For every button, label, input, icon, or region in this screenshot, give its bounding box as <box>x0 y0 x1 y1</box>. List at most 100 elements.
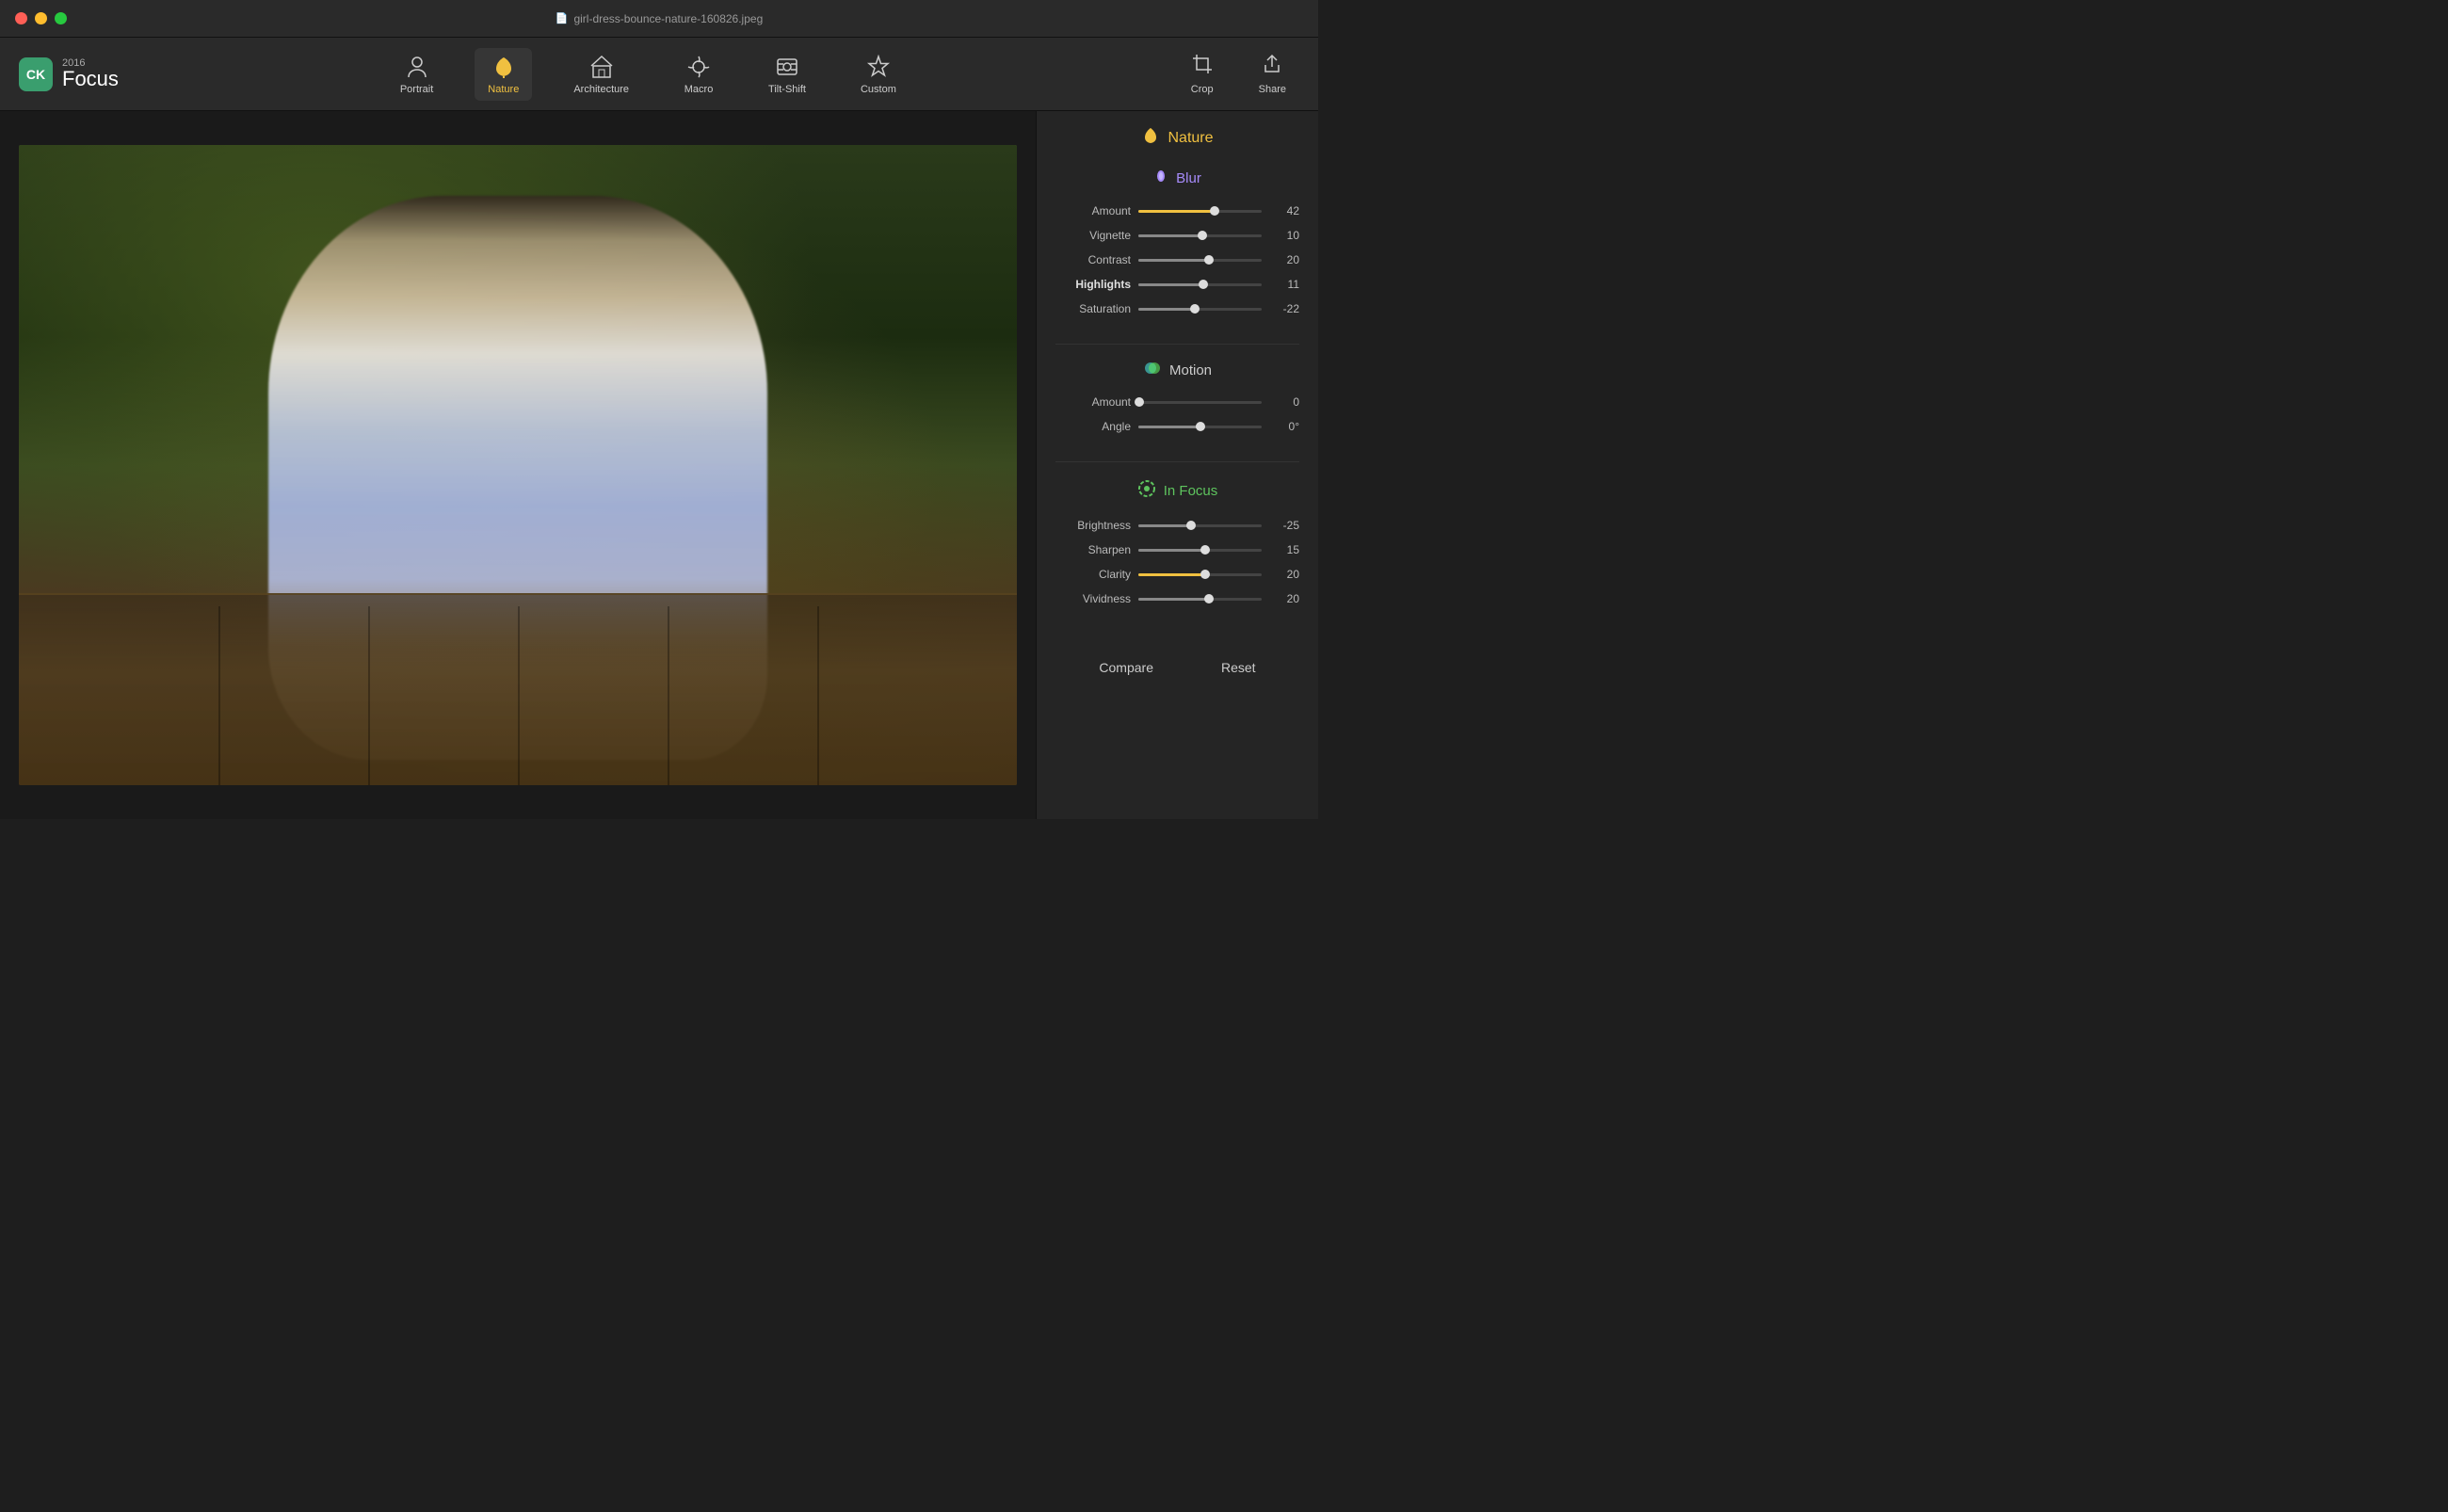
macro-label: Macro <box>684 84 714 95</box>
motion-angle-label: Angle <box>1055 420 1131 433</box>
if-sharpen-slider[interactable] <box>1138 549 1262 552</box>
blur-icon <box>1153 169 1168 187</box>
toolbar: CK 2016 Focus Portrait Nature <box>0 38 1318 111</box>
blur-amount-slider[interactable] <box>1138 210 1262 213</box>
blur-highlights-row: Highlights 11 <box>1037 272 1318 297</box>
blur-section: Blur Amount 42 Vignette 10 <box>1037 159 1318 336</box>
crop-label: Crop <box>1191 84 1214 95</box>
blur-saturation-label: Saturation <box>1055 302 1131 315</box>
motion-angle-value: 0° <box>1269 420 1299 433</box>
blur-section-title: Blur <box>1037 163 1318 199</box>
tilt-shift-icon <box>775 54 799 80</box>
blur-saturation-slider[interactable] <box>1138 308 1262 311</box>
portrait-label: Portrait <box>400 84 433 95</box>
if-brightness-slider[interactable] <box>1138 524 1262 527</box>
nature-panel-title: Nature <box>1168 130 1213 147</box>
infocus-section-title: In Focus <box>1037 474 1318 513</box>
if-clarity-label: Clarity <box>1055 568 1131 581</box>
if-clarity-row: Clarity 20 <box>1037 562 1318 587</box>
nature-icon <box>491 54 517 80</box>
blur-vignette-row: Vignette 10 <box>1037 223 1318 248</box>
main-content: Nature Blur Amount 42 <box>0 111 1318 819</box>
if-brightness-row: Brightness -25 <box>1037 513 1318 538</box>
blur-amount-label: Amount <box>1055 204 1131 217</box>
tilt-shift-label: Tilt-Shift <box>768 84 806 95</box>
motion-icon <box>1143 362 1162 378</box>
if-vividness-slider[interactable] <box>1138 598 1262 601</box>
window-title: girl-dress-bounce-nature-160826.jpeg <box>573 12 763 25</box>
infocus-section: In Focus Brightness -25 Sharpen 15 <box>1037 470 1318 626</box>
if-sharpen-label: Sharpen <box>1055 543 1131 556</box>
traffic-lights <box>15 12 67 24</box>
logo-text: 2016 Focus <box>62 58 119 89</box>
motion-angle-slider[interactable] <box>1138 426 1262 428</box>
canvas-area <box>0 111 1036 819</box>
if-sharpen-value: 15 <box>1269 543 1299 556</box>
blur-saturation-row: Saturation -22 <box>1037 297 1318 321</box>
panel-footer: Compare Reset <box>1037 635 1318 700</box>
infocus-icon <box>1137 479 1156 502</box>
blur-amount-value: 42 <box>1269 204 1299 217</box>
if-clarity-slider[interactable] <box>1138 573 1262 576</box>
blur-vignette-value: 10 <box>1269 229 1299 242</box>
if-brightness-value: -25 <box>1269 519 1299 532</box>
logo: CK 2016 Focus <box>19 57 119 91</box>
share-button[interactable]: Share <box>1246 48 1299 101</box>
motion-amount-slider[interactable] <box>1138 401 1262 404</box>
if-clarity-value: 20 <box>1269 568 1299 581</box>
architecture-icon <box>589 54 614 80</box>
maximize-button[interactable] <box>55 12 67 24</box>
blur-highlights-slider[interactable] <box>1138 283 1262 286</box>
logo-icon: CK <box>19 57 53 91</box>
architecture-label: Architecture <box>573 84 629 95</box>
if-vividness-value: 20 <box>1269 592 1299 605</box>
blur-contrast-value: 20 <box>1269 253 1299 266</box>
motion-amount-value: 0 <box>1269 395 1299 409</box>
nav-tool-architecture[interactable]: Architecture <box>560 48 642 101</box>
motion-amount-row: Amount 0 <box>1037 390 1318 414</box>
photo-container <box>19 130 1017 800</box>
share-icon <box>1262 54 1282 80</box>
if-brightness-label: Brightness <box>1055 519 1131 532</box>
blur-saturation-value: -22 <box>1269 302 1299 315</box>
title-bar: 📄 girl-dress-bounce-nature-160826.jpeg <box>0 0 1318 38</box>
custom-icon <box>866 54 891 80</box>
motion-amount-label: Amount <box>1055 395 1131 409</box>
blur-amount-row: Amount 42 <box>1037 199 1318 223</box>
nature-section-header: Nature <box>1037 111 1318 159</box>
nav-tool-portrait[interactable]: Portrait <box>387 48 446 101</box>
reset-button[interactable]: Reset <box>1206 654 1271 681</box>
blur-highlights-label: Highlights <box>1055 278 1131 291</box>
nav-tool-custom[interactable]: Custom <box>847 48 910 101</box>
if-sharpen-row: Sharpen 15 <box>1037 538 1318 562</box>
portrait-icon <box>405 54 429 80</box>
nav-tool-tilt-shift[interactable]: Tilt-Shift <box>755 48 819 101</box>
nature-label: Nature <box>488 84 519 95</box>
custom-label: Custom <box>861 84 896 95</box>
minimize-button[interactable] <box>35 12 47 24</box>
nav-tool-macro[interactable]: Macro <box>670 48 727 101</box>
close-button[interactable] <box>15 12 27 24</box>
divider-1 <box>1055 344 1299 345</box>
share-label: Share <box>1259 84 1286 95</box>
blur-vignette-slider[interactable] <box>1138 234 1262 237</box>
crop-button[interactable]: Crop <box>1178 48 1227 101</box>
window-title-area: 📄 girl-dress-bounce-nature-160826.jpeg <box>556 12 764 25</box>
blur-contrast-slider[interactable] <box>1138 259 1262 262</box>
if-vividness-label: Vividness <box>1055 592 1131 605</box>
blur-vignette-label: Vignette <box>1055 229 1131 242</box>
motion-section: Motion Amount 0 Angle 0° <box>1037 352 1318 454</box>
motion-angle-row: Angle 0° <box>1037 414 1318 439</box>
right-panel: Nature Blur Amount 42 <box>1036 111 1318 819</box>
compare-button[interactable]: Compare <box>1084 654 1168 681</box>
file-icon: 📄 <box>556 12 569 24</box>
blur-contrast-row: Contrast 20 <box>1037 248 1318 272</box>
toolbar-right: Crop Share <box>1178 48 1299 101</box>
divider-2 <box>1055 461 1299 462</box>
nav-tool-nature[interactable]: Nature <box>475 48 532 101</box>
macro-icon <box>686 54 711 80</box>
nature-panel-icon <box>1141 126 1160 150</box>
photo-image <box>19 145 1017 785</box>
nav-tools: Portrait Nature Architecture <box>147 48 1150 101</box>
blur-contrast-label: Contrast <box>1055 253 1131 266</box>
